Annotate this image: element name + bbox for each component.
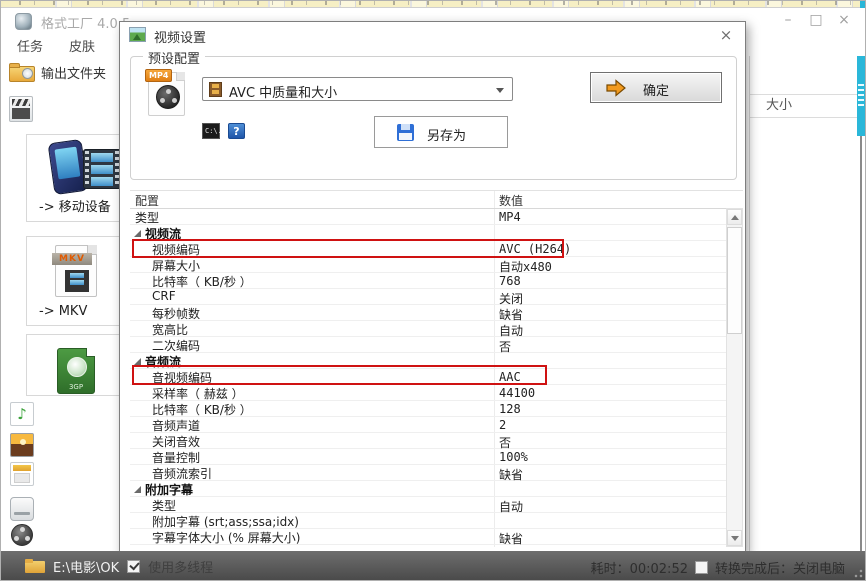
filmstrip-icon — [83, 149, 121, 189]
video-settings-icon — [129, 27, 146, 42]
row-subtitle-font-size[interactable]: 字幕字体大小 (% 屏幕大小)缺省 — [130, 529, 726, 545]
row-subtitle-type[interactable]: 类型自动 — [130, 497, 726, 513]
row-disable-audio[interactable]: 关闭音效否 — [130, 433, 726, 449]
multithread-label: 使用多线程 — [148, 557, 213, 576]
card-mkv[interactable]: MKV -> MKV — [26, 236, 130, 326]
3gp-badge: 3GP — [58, 383, 94, 391]
menu-skin[interactable]: 皮肤 — [65, 34, 99, 57]
maximize-button[interactable]: □ — [807, 11, 825, 29]
document-category-icon[interactable] — [10, 462, 34, 486]
row-screen-size[interactable]: 屏幕大小自动x480 — [130, 257, 726, 273]
expanded-triangle-icon — [134, 486, 141, 493]
card-mkv-label: -> MKV — [39, 304, 87, 319]
row-video-stream-group[interactable]: 视频流 — [130, 225, 726, 241]
dialog-close-icon[interactable]: × — [717, 26, 735, 44]
grid-rows: 类型MP4 视频流 视频编码AVC (H264) 屏幕大小自动x480 比特率（… — [130, 209, 726, 545]
preset-group-label: 预设配置 — [143, 48, 205, 67]
advanced-category-icon[interactable] — [10, 523, 34, 547]
toolbar-button-fragments — [1, 1, 866, 5]
menu-task[interactable]: 任务 — [13, 34, 47, 57]
preset-filmstrip-icon — [209, 82, 222, 97]
row-type[interactable]: 类型MP4 — [130, 209, 726, 225]
row-aspect-ratio[interactable]: 宽高比自动 — [130, 321, 726, 337]
scroll-down-icon[interactable] — [727, 530, 742, 546]
screen: 格式工厂 4.0.5 – □ × 任务 皮肤 语言 输出文件夹 -> 移动设备 — [0, 0, 866, 581]
right-panel-edge — [860, 136, 862, 551]
output-folder-button[interactable]: 输出文件夹 — [9, 56, 117, 88]
row-audio-stream-index[interactable]: 音频流索引缺省 — [130, 465, 726, 481]
background-toolbar-strip — [1, 1, 866, 8]
row-audio-codec[interactable]: 音视频编码AAC — [130, 369, 726, 385]
command-line-icon[interactable]: C:\. — [202, 123, 220, 139]
shutdown-label: 转换完成后：关闭电脑 — [715, 558, 845, 577]
ok-button-label: 确定 — [591, 80, 721, 99]
row-volume-control[interactable]: 音量控制100% — [130, 449, 726, 465]
value-column-header: 数值 — [499, 192, 523, 209]
row-sample-rate[interactable]: 采样率（ 赫兹 ）44100 — [130, 385, 726, 401]
config-column-header: 配置 — [135, 192, 159, 209]
row-video-bitrate[interactable]: 比特率（ KB/秒 ）768 — [130, 273, 726, 289]
save-as-button[interactable]: 另存为 — [374, 116, 508, 148]
help-icon[interactable]: ? — [228, 123, 245, 139]
grid-scrollbar[interactable] — [726, 208, 743, 547]
dialog-titlebar: 视频设置 × — [120, 22, 745, 48]
mkv-file-icon: MKV — [55, 245, 97, 297]
output-path[interactable]: E:\电影\OK — [53, 557, 119, 576]
minimize-button[interactable]: – — [779, 11, 797, 29]
scrollbar-thumb[interactable] — [727, 227, 742, 334]
multithread-checkbox[interactable] — [127, 560, 140, 573]
output-path-folder-icon[interactable] — [25, 559, 45, 574]
row-fps[interactable]: 每秒帧数缺省 — [130, 305, 726, 321]
mkv-badge: MKV — [52, 253, 92, 265]
elapsed-time: 耗时：00:02:52 — [591, 558, 688, 577]
row-audio-bitrate[interactable]: 比特率（ KB/秒 ）128 — [130, 401, 726, 417]
row-video-codec[interactable]: 视频编码AVC (H264) — [130, 241, 726, 257]
card-mobile-label: -> 移动设备 — [39, 196, 111, 215]
chevron-down-icon — [496, 88, 504, 93]
shutdown-checkbox[interactable] — [695, 561, 708, 574]
floppy-icon — [397, 124, 414, 141]
settings-grid: 配置 数值 类型MP4 视频流 视频编码AVC (H264) 屏幕大小自动x48… — [130, 190, 743, 548]
row-audio-stream-group[interactable]: 音频流 — [130, 353, 726, 369]
ok-button[interactable]: 确定 — [590, 72, 722, 103]
save-as-label: 另存为 — [427, 125, 466, 144]
expanded-triangle-icon — [134, 358, 141, 365]
app-title: 格式工厂 4.0.5 — [41, 13, 130, 32]
output-folder-label: 输出文件夹 — [41, 63, 106, 82]
preset-dropdown[interactable]: AVC 中质量和大小 — [202, 77, 513, 101]
card-mobile-device[interactable]: -> 移动设备 — [26, 134, 130, 222]
dialog-title: 视频设置 — [154, 27, 206, 46]
docked-side-tab[interactable] — [857, 56, 865, 136]
cyan-corner — [860, 1, 866, 8]
preset-dropdown-value: AVC 中质量和大小 — [229, 82, 337, 101]
app-icon — [15, 13, 32, 30]
mp4-badge: MP4 — [145, 69, 172, 82]
folder-icon — [9, 63, 35, 82]
rom-device-category-icon[interactable] — [10, 497, 34, 521]
expanded-triangle-icon — [134, 230, 141, 237]
card-3gp[interactable]: 3GP — [26, 334, 130, 396]
video-category-icon[interactable] — [9, 96, 33, 122]
row-additional-subtitle[interactable]: 附加字幕 (srt;ass;ssa;idx) — [130, 513, 726, 529]
row-two-pass[interactable]: 二次编码否 — [130, 337, 726, 353]
scroll-up-icon[interactable] — [727, 209, 742, 225]
row-subtitle-group[interactable]: 附加字幕 — [130, 481, 726, 497]
resize-grip[interactable] — [854, 569, 863, 578]
close-button[interactable]: × — [835, 11, 853, 29]
picture-category-icon[interactable] — [10, 433, 34, 457]
statusbar: E:\电影\OK 使用多线程 耗时：00:02:52 转换完成后：关闭电脑 — [1, 551, 866, 581]
row-crf[interactable]: CRF关闭 — [130, 289, 726, 305]
audio-category-icon[interactable]: ♪ — [10, 402, 34, 426]
task-list-border — [749, 56, 750, 551]
3gp-file-icon: 3GP — [57, 348, 95, 394]
video-settings-dialog: 视频设置 × 预设配置 MP4 AVC 中质量和大小 确定 C:\. ? 另存为 — [119, 21, 746, 555]
row-audio-channels[interactable]: 音频声道2 — [130, 417, 726, 433]
grid-header: 配置 数值 — [130, 191, 743, 209]
task-list-size-header[interactable]: 大小 — [750, 94, 858, 118]
mp4-profile-icon: MP4 — [148, 72, 185, 116]
